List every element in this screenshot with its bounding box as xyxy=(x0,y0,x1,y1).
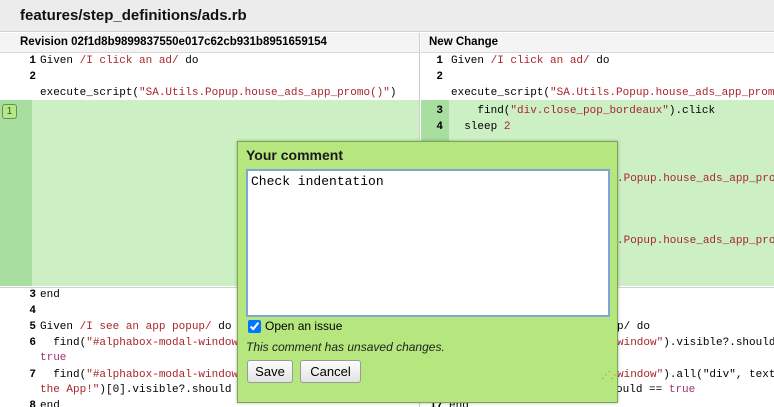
code-token: find( xyxy=(451,105,511,117)
code-line: execute_script("SA.Utils.Popup.house_ads… xyxy=(451,87,774,99)
code-token: do xyxy=(630,321,651,333)
code-token: end xyxy=(40,289,60,301)
comment-popup: Your comment Check indentation Open an i… xyxy=(237,141,620,403)
save-button[interactable]: Save xyxy=(247,360,293,383)
code-token: .Popup.house_ads_app_promo()" xyxy=(617,173,774,185)
code-line: .Popup.house_ads_app_promo()" xyxy=(617,235,774,247)
line-number: 6 xyxy=(29,337,36,349)
line-number: 1 xyxy=(436,55,443,67)
code-token: .Popup.house_ads_app_promo()" xyxy=(617,235,774,247)
comment-marker[interactable]: 1 xyxy=(2,104,17,119)
code-token: "div.close_pop_bordeaux" xyxy=(510,105,669,117)
code-token: find( xyxy=(40,369,87,381)
code-token: ).all("div", text: " xyxy=(663,369,774,381)
code-token: ).click xyxy=(668,105,716,117)
code-token: Given xyxy=(40,321,80,333)
line-number: 8 xyxy=(29,400,36,407)
line-number: 7 xyxy=(29,369,36,381)
code-token: "SA.Utils.Popup.house_ads_app_promo()" xyxy=(139,87,390,99)
code-token: /I click an ad/ xyxy=(79,55,179,67)
revision-header: Revision 02f1d8b9899837550e017c62cb931b8… xyxy=(0,33,420,53)
line-number: 2 xyxy=(29,71,36,83)
file-header: features/step_definitions/ads.rb xyxy=(0,0,774,32)
line-number: 3 xyxy=(29,289,36,301)
code-token: do xyxy=(589,55,610,67)
code-token: "#alphabox-modal-window" xyxy=(86,337,245,349)
code-line: end xyxy=(40,289,60,301)
code-token: /I click an ad/ xyxy=(490,55,590,67)
code-token: execute_script( xyxy=(451,87,551,99)
unsaved-changes-note: This comment has unsaved changes. xyxy=(246,340,445,354)
code-token: 2 xyxy=(503,121,511,133)
code-token: do xyxy=(211,321,232,333)
code-token: find( xyxy=(40,337,87,349)
code-token: Given xyxy=(451,55,491,67)
comment-textarea[interactable]: Check indentation xyxy=(246,169,610,317)
code-token: p/ xyxy=(617,321,631,333)
code-token: window" xyxy=(617,337,664,349)
code-token: true xyxy=(668,384,696,396)
line-number: 5 xyxy=(29,321,36,333)
code-line: true xyxy=(40,352,66,364)
code-token: "SA.Utils.Popup.house_ads_app_promo()" xyxy=(550,87,774,99)
code-token: Given xyxy=(40,55,80,67)
code-line: Given /I click an ad/ do xyxy=(40,55,198,67)
code-line: execute_script("SA.Utils.Popup.house_ads… xyxy=(40,87,396,99)
code-line: Given /I click an ad/ do xyxy=(451,55,609,67)
code-token: execute_script( xyxy=(40,87,140,99)
code-token: the App!" xyxy=(40,384,100,396)
line-number: 1 xyxy=(29,55,36,67)
code-line: window").visible?.should == true xyxy=(617,337,774,349)
code-line: sleep 2 xyxy=(451,121,510,133)
line-number: 4 xyxy=(436,121,443,133)
code-token: sleep xyxy=(451,121,504,133)
code-token: ).visible?.should == xyxy=(663,337,774,349)
code-token: ) xyxy=(389,87,397,99)
line-number: 3 xyxy=(436,105,443,117)
code-line: Given /I see an app popup/ do xyxy=(40,321,231,333)
new-change-header: New Change xyxy=(421,33,774,53)
resize-grip-icon[interactable]: ⋰⋰ xyxy=(601,371,620,386)
file-path: features/step_definitions/ads.rb xyxy=(20,7,247,24)
code-token: window" xyxy=(617,369,664,381)
code-line: window").all("div", text: " xyxy=(617,369,774,381)
open-issue-checkbox[interactable] xyxy=(248,320,261,334)
open-issue-option[interactable]: Open an issue xyxy=(248,319,343,334)
code-token: do xyxy=(178,55,199,67)
added-gutter xyxy=(0,100,32,286)
line-number: 2 xyxy=(436,71,443,83)
cancel-button[interactable]: Cancel xyxy=(300,360,361,383)
code-line: p/ do xyxy=(617,321,650,333)
code-token: /I see an app popup/ xyxy=(79,321,212,333)
open-issue-label: Open an issue xyxy=(265,319,343,333)
code-token: true xyxy=(40,352,67,364)
code-token: "#alphabox-modal-window" xyxy=(86,369,245,381)
code-token: end xyxy=(40,400,60,407)
code-line: find("div.close_pop_bordeaux").click xyxy=(451,105,715,117)
comment-title: Your comment xyxy=(246,147,343,163)
code-token: )[0].visible?.should == xyxy=(99,384,258,396)
line-number: 4 xyxy=(29,305,36,317)
code-line: .Popup.house_ads_app_promo()" xyxy=(617,173,774,185)
code-line: end xyxy=(40,400,60,407)
